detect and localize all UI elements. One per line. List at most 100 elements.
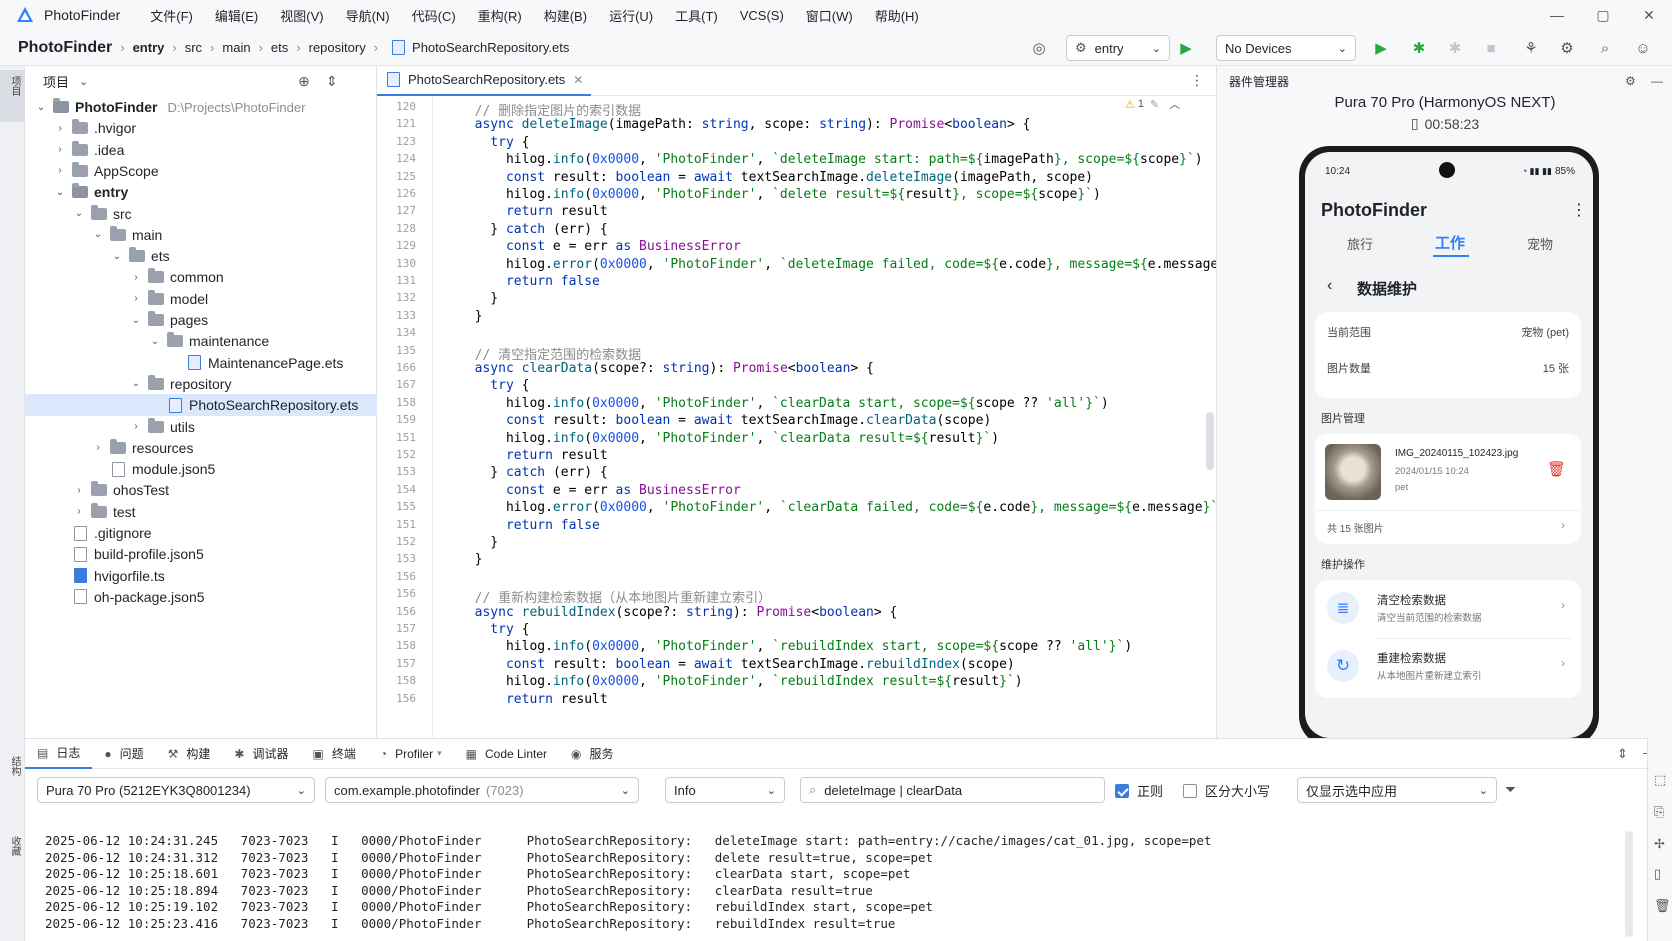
menu-item-0[interactable]: 文件(F) bbox=[150, 6, 193, 25]
match-case-checkbox[interactable]: 区分大小写 bbox=[1183, 781, 1270, 800]
chevron-right-icon[interactable]: › bbox=[130, 421, 142, 432]
tree-item[interactable]: › model bbox=[25, 288, 377, 310]
run-config-select[interactable]: ⚙ entry ⌄ bbox=[1066, 35, 1170, 61]
chevron-right-icon[interactable]: › bbox=[73, 506, 85, 517]
menu-item-6[interactable]: 构建(B) bbox=[544, 6, 587, 25]
tree-item[interactable]: › .hvigor bbox=[25, 117, 377, 139]
tree-item[interactable]: MaintenancePage.ets bbox=[25, 352, 377, 374]
tree-item[interactable]: › common bbox=[25, 266, 377, 288]
clear-log-icon[interactable]: 🗑 bbox=[1654, 898, 1671, 914]
chevron-right-icon[interactable]: › bbox=[130, 272, 142, 283]
chevron-right-icon[interactable]: › bbox=[54, 165, 66, 176]
tree-item[interactable]: oh-package.json5 bbox=[25, 586, 377, 608]
menu-item-9[interactable]: VCS(S) bbox=[740, 8, 784, 23]
menu-item-7[interactable]: 运行(U) bbox=[609, 6, 653, 25]
breadcrumb-src[interactable]: src bbox=[185, 40, 202, 55]
chevron-down-icon[interactable]: ⌄ bbox=[73, 208, 85, 219]
menu-item-5[interactable]: 重构(R) bbox=[478, 6, 522, 25]
profiler-icon[interactable]: ⚘ bbox=[1520, 37, 1542, 59]
image-total[interactable]: 共 15 张图片 bbox=[1327, 520, 1384, 535]
menu-item-2[interactable]: 视图(V) bbox=[280, 6, 323, 25]
breadcrumb-repository[interactable]: repository bbox=[309, 40, 366, 55]
tree-item[interactable]: ⌄ PhotoFinder D:\Projects\PhotoFinder bbox=[25, 96, 377, 118]
tab-travel[interactable]: 旅行 bbox=[1347, 234, 1373, 253]
export-log-icon[interactable]: ⎘ bbox=[1654, 804, 1664, 820]
chevron-down-icon[interactable]: ⌄ bbox=[79, 75, 88, 88]
cat-thumbnail[interactable] bbox=[1325, 444, 1381, 500]
chevron-down-icon[interactable]: ⌄ bbox=[130, 378, 142, 389]
structure-tool-tab[interactable]: 结构 bbox=[3, 756, 22, 776]
chevron-down-icon[interactable]: ⌄ bbox=[54, 187, 66, 198]
rebuild-index-row[interactable]: ↻ 重建检索数据 从本地图片重新建立索引 › bbox=[1315, 638, 1581, 696]
project-tool-tab[interactable]: 项目 bbox=[3, 76, 22, 96]
tree-item[interactable]: PhotoSearchRepository.ets bbox=[25, 394, 377, 417]
chevron-right-icon[interactable]: › bbox=[73, 485, 85, 496]
tree-item[interactable]: ⌄ repository bbox=[25, 373, 377, 395]
minimize-panel-icon[interactable]: — bbox=[1651, 74, 1663, 88]
breadcrumb-entry[interactable]: entry bbox=[133, 40, 165, 55]
tab-services[interactable]: ◉ 服务 bbox=[559, 739, 626, 769]
tree-item[interactable]: › AppScope bbox=[25, 160, 377, 182]
editor-tab-active[interactable]: PhotoSearchRepository.ets ✕ bbox=[377, 66, 592, 96]
run-app-icon[interactable]: ▶ bbox=[1370, 37, 1392, 59]
chevron-right-icon[interactable]: › bbox=[54, 144, 66, 155]
tab-log[interactable]: ▤ 日志 bbox=[25, 739, 93, 769]
tree-item[interactable]: ⌄ pages bbox=[25, 309, 377, 331]
tab-terminal[interactable]: ▣ 终端 bbox=[300, 739, 367, 769]
tree-item[interactable]: › resources bbox=[25, 437, 377, 459]
log-level-select[interactable]: Info ⌄ bbox=[665, 777, 785, 803]
tab-problems[interactable]: ● 问题 bbox=[92, 739, 155, 769]
tree-item[interactable]: › test bbox=[25, 501, 377, 523]
breadcrumb-main[interactable]: main bbox=[222, 40, 250, 55]
run-icon[interactable]: ▶ bbox=[1175, 37, 1197, 59]
chevron-right-icon[interactable]: › bbox=[54, 123, 66, 134]
chevron-down-icon[interactable]: ⌄ bbox=[130, 315, 142, 326]
tree-item[interactable]: ⌄ ets bbox=[25, 245, 377, 267]
log-scrollbar[interactable] bbox=[1625, 831, 1633, 937]
account-icon[interactable]: ☺ bbox=[1632, 37, 1654, 59]
close-tab-icon[interactable]: ✕ bbox=[573, 73, 583, 87]
menu-item-4[interactable]: 代码(C) bbox=[412, 6, 456, 25]
clear-data-row[interactable]: ≣ 清空检索数据 清空当前范围的检索数据 › bbox=[1315, 580, 1581, 638]
menu-item-1[interactable]: 编辑(E) bbox=[215, 6, 258, 25]
tree-item[interactable]: build-profile.json5 bbox=[25, 543, 377, 565]
more-options-icon[interactable]: ⋮ bbox=[1190, 72, 1204, 89]
breadcrumb-project[interactable]: PhotoFinder bbox=[18, 39, 112, 57]
tree-item[interactable]: ⌄ maintenance bbox=[25, 330, 377, 352]
tree-item[interactable]: › utils bbox=[25, 416, 377, 438]
tree-item[interactable]: ⌄ src bbox=[25, 203, 377, 225]
tab-profiler[interactable]: ◔ Profiler ▾ bbox=[368, 739, 454, 769]
chevron-down-icon[interactable]: ⌄ bbox=[92, 229, 104, 240]
chevron-down-icon[interactable]: ⌄ bbox=[35, 102, 47, 113]
settings-gear-icon[interactable]: ⚙ bbox=[1625, 74, 1636, 88]
menu-item-8[interactable]: 工具(T) bbox=[675, 6, 718, 25]
tab-work[interactable]: 工作 bbox=[1435, 232, 1465, 253]
tree-item[interactable]: .gitignore bbox=[25, 522, 377, 544]
debug-icon[interactable]: ✱ bbox=[1408, 37, 1430, 59]
soft-wrap-icon[interactable]: ⬚ bbox=[1654, 772, 1666, 788]
close-window-icon[interactable]: ✕ bbox=[1626, 0, 1672, 30]
stop-icon[interactable]: ■ bbox=[1480, 37, 1502, 59]
attach-debugger-icon[interactable]: ✱ bbox=[1444, 37, 1466, 59]
log-search-input[interactable]: ⌕ deleteImage | clearData bbox=[800, 777, 1105, 803]
filter-icon[interactable]: ⏷ bbox=[1505, 781, 1516, 798]
tab-code-linter[interactable]: ▦ Code Linter bbox=[454, 739, 559, 769]
chevron-down-icon[interactable]: ⌄ bbox=[149, 336, 161, 347]
editor-scrollbar[interactable] bbox=[1206, 412, 1214, 470]
chevron-right-icon[interactable]: › bbox=[1561, 518, 1565, 532]
menu-item-11[interactable]: 帮助(H) bbox=[875, 6, 919, 25]
breadcrumb-ets[interactable]: ets bbox=[271, 40, 288, 55]
panel-settings-icon[interactable]: ⇕ bbox=[1617, 746, 1628, 762]
scope-filter-select[interactable]: 仅显示选中应用 ⌄ bbox=[1297, 777, 1497, 803]
breadcrumb-file[interactable]: PhotoSearchRepository.ets bbox=[412, 40, 569, 55]
maximize-icon[interactable]: ▢ bbox=[1580, 0, 1626, 30]
collapse-all-icon[interactable]: ⇕ bbox=[326, 73, 338, 90]
tab-build[interactable]: ⚒ 构建 bbox=[156, 739, 223, 769]
menu-item-10[interactable]: 窗口(W) bbox=[806, 6, 853, 25]
settings-gear-icon[interactable]: ⚙ bbox=[1556, 37, 1578, 59]
delete-trash-icon[interactable]: 🗑 bbox=[1547, 460, 1566, 478]
tab-pet[interactable]: 宠物 bbox=[1527, 234, 1553, 253]
more-icon[interactable]: ⋮ bbox=[1571, 200, 1587, 220]
locate-icon[interactable]: ⊕ bbox=[298, 73, 310, 90]
search-icon[interactable]: ⌕ bbox=[1594, 37, 1616, 59]
